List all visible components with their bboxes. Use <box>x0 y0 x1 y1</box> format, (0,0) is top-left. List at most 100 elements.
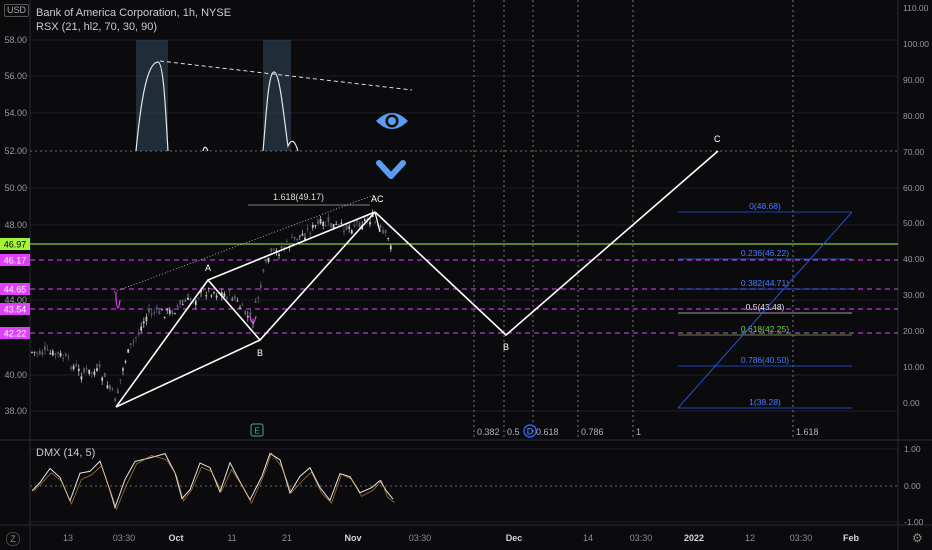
candle-body <box>254 301 257 303</box>
candle-body <box>389 245 392 250</box>
candle-body <box>207 287 210 289</box>
candle-body <box>90 372 93 374</box>
candle-body <box>301 233 304 236</box>
left-axis-tick: 40.00 <box>4 370 27 380</box>
wave-label-b-projection: B <box>503 342 509 352</box>
candle-body <box>57 351 59 354</box>
fib-retracement[interactable]: 0(48.68)0.236(46.22)0.382(44.71)0.5(43.4… <box>678 201 852 409</box>
candle-body <box>179 300 182 305</box>
candle-body <box>166 308 169 311</box>
wave-pattern-leg[interactable] <box>115 339 261 408</box>
dmx-line <box>31 452 394 510</box>
candle-body <box>317 220 319 225</box>
candle-body <box>116 389 119 394</box>
candle-body <box>75 364 78 367</box>
candle-body <box>132 341 135 343</box>
candle-body <box>330 222 332 228</box>
left-axis-tick: 38.00 <box>4 406 27 416</box>
candle-body <box>36 352 39 354</box>
candle-body <box>335 223 338 225</box>
candle-body <box>246 315 249 318</box>
time-axis-label: Nov <box>344 533 361 543</box>
candle-body <box>148 308 150 313</box>
candle-body <box>210 295 213 297</box>
right-axis-tick: 30.00 <box>903 290 925 300</box>
time-axis-label: 2022 <box>684 533 704 543</box>
candle-body <box>202 288 205 291</box>
candle-body <box>96 368 98 371</box>
candle-body <box>46 349 49 351</box>
fib-time-label: 0.618 <box>536 427 559 437</box>
fib-time-label: 0.382 <box>477 427 500 437</box>
left-price-axis[interactable]: 58.0056.0054.0052.0050.0048.0044.0040.00… <box>0 35 30 416</box>
candle-body <box>64 353 67 357</box>
candle-body <box>163 316 166 318</box>
wave-label-ac: AC <box>371 194 384 204</box>
candle-body <box>171 311 174 314</box>
time-axis-label: 03:30 <box>630 533 653 543</box>
wave-label-a: A <box>205 263 211 273</box>
candle-body <box>176 305 179 308</box>
wave-pattern-leg[interactable] <box>207 211 376 281</box>
dmx-indicator-title[interactable]: DMX (14, 5) <box>36 447 95 459</box>
wave-projection[interactable] <box>374 150 719 337</box>
right-axis-tick: 100.00 <box>903 39 929 49</box>
fib-time-label: 1.618 <box>796 427 819 437</box>
fib-time-lines <box>473 0 794 440</box>
candle-body <box>233 296 236 300</box>
candle-body <box>231 299 234 301</box>
candle-body <box>223 293 226 297</box>
candle-body <box>161 309 163 311</box>
candle-body <box>122 368 124 371</box>
symbol-title[interactable]: Bank of America Corporation, 1h, NYSE <box>36 6 231 20</box>
candle-body <box>270 248 273 252</box>
time-axis-label: 14 <box>583 533 593 543</box>
dmx-axis-tick: -1.00 <box>904 517 924 527</box>
candle-body <box>343 230 345 233</box>
candle-body <box>106 385 109 389</box>
right-axis-tick: 20.00 <box>903 326 925 336</box>
right-axis-tick: 90.00 <box>903 75 925 85</box>
price-badge-label: 42.22 <box>4 329 27 339</box>
eye-icon[interactable] <box>374 106 410 136</box>
zoom-toggle[interactable]: Z <box>6 532 20 546</box>
fib-level-label: 0.786(40.50) <box>741 355 789 365</box>
candle-body <box>278 254 280 256</box>
fib-level-label: 0(48.68) <box>749 201 781 211</box>
time-axis[interactable]: 13 03:30 Oct 11 21 Nov 03:30 Dec 14 03:30 2022 12 03… <box>63 533 860 543</box>
candle-body <box>187 297 189 300</box>
candle-body <box>215 295 218 298</box>
candle-body <box>314 225 317 227</box>
candle-body <box>135 337 137 339</box>
candle-body <box>387 237 390 239</box>
candle-body <box>129 343 132 346</box>
candle-body <box>111 388 114 390</box>
gear-icon[interactable]: ⚙ <box>912 531 923 545</box>
candle-body <box>298 235 301 237</box>
indicator-title[interactable]: RSX (21, hl2, 70, 30, 90) <box>36 20 231 34</box>
candle-body <box>124 360 127 363</box>
candle-body <box>241 304 244 306</box>
candle-body <box>257 297 260 299</box>
fib-retracement-diagonal <box>677 211 853 409</box>
chart-canvas[interactable]: 1.618(49.17) A B AC B C 0(48.68) 0.236(46… <box>0 0 932 550</box>
candle-body <box>327 217 330 222</box>
right-indicator-axis[interactable]: 110.00 100.00 90.00 80.00 70.00 60.00 50.00 40.… <box>903 3 929 527</box>
candle-body <box>194 300 197 305</box>
candle-body <box>168 310 171 314</box>
fib-time-label: 0.5 <box>507 427 520 437</box>
candle-body <box>72 365 75 369</box>
currency-badge[interactable]: USD <box>4 4 30 17</box>
chevron-down-icon[interactable] <box>376 158 406 182</box>
chart-legend: Bank of America Corporation, 1h, NYSE RS… <box>36 6 231 34</box>
candle-body <box>382 229 384 234</box>
candle-body <box>127 349 130 353</box>
left-axis-tick: 56.00 <box>4 71 27 81</box>
right-axis-tick: 50.00 <box>903 218 925 228</box>
candle-body <box>145 316 148 322</box>
fib-level-label: 0.382(44.71) <box>741 278 789 288</box>
right-axis-tick: 0.00 <box>903 398 920 408</box>
candle-body <box>285 241 288 243</box>
candle-body <box>272 248 275 251</box>
candle-body <box>109 385 111 390</box>
